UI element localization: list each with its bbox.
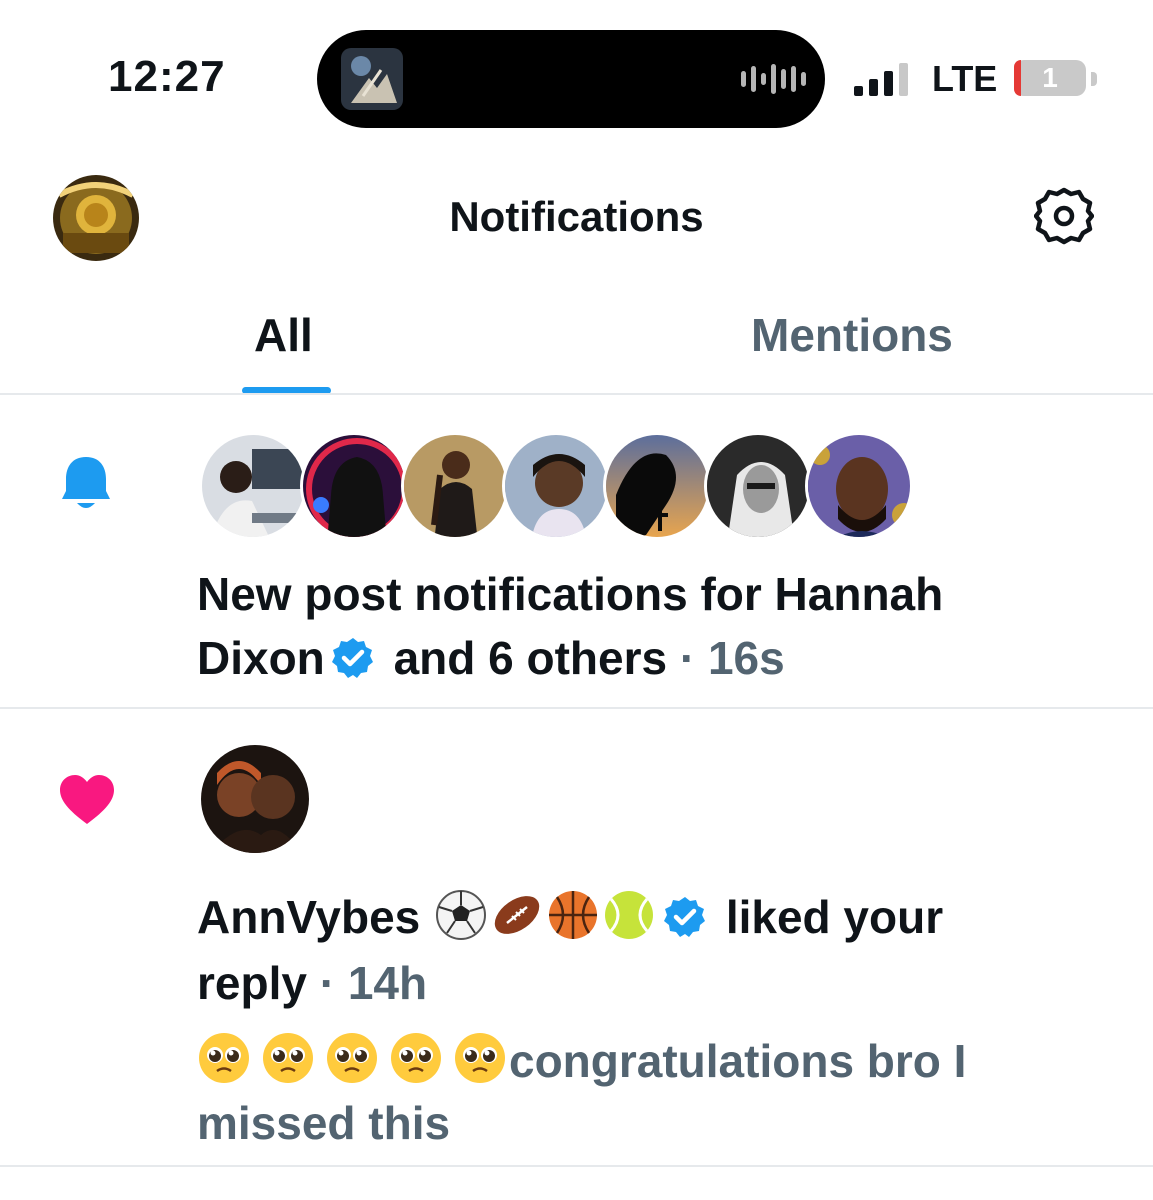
notification-avatars[interactable] <box>199 432 919 540</box>
bell-icon <box>60 455 112 513</box>
avatar[interactable] <box>704 432 812 540</box>
avatar[interactable] <box>603 432 711 540</box>
verified-badge-icon <box>664 897 706 937</box>
user-name[interactable]: Dixon <box>197 632 325 684</box>
page-title: Notifications <box>449 193 704 240</box>
pleading-face-emoji-icon <box>199 1033 249 1083</box>
user-name[interactable]: AnnVybes <box>197 891 420 943</box>
pleading-face-emoji-icon <box>263 1033 313 1083</box>
american-football-icon <box>494 896 540 934</box>
soccer-ball-icon <box>436 890 487 940</box>
divider <box>0 707 1153 709</box>
reply-preview[interactable]: congratulations bro I missed this <box>197 1030 1097 1154</box>
battery-icon: 1 <box>1014 60 1086 96</box>
status-time: 12:27 <box>108 52 226 101</box>
notification-line: New post notifications for Hannah <box>197 568 944 620</box>
divider <box>0 393 1153 395</box>
avatar[interactable] <box>401 432 509 540</box>
reply-text-line: congratulations bro I <box>509 1035 967 1087</box>
avatar[interactable] <box>201 745 309 853</box>
notification-action: liked your <box>725 891 944 943</box>
pleading-face-emoji-icon <box>327 1033 377 1083</box>
heart-icon <box>58 774 116 826</box>
network-type: LTE <box>932 58 998 99</box>
notification-text[interactable]: AnnVybes liked your reply · 14h <box>197 884 1097 1016</box>
battery-cap <box>1091 72 1097 86</box>
verified-badge-icon <box>331 638 373 678</box>
avatar[interactable] <box>502 432 610 540</box>
gear-icon[interactable] <box>1033 186 1095 246</box>
dynamic-island[interactable] <box>317 30 825 128</box>
cellular-signal-icon <box>854 62 908 96</box>
pleading-face-emoji-icon <box>391 1033 441 1083</box>
avatar[interactable] <box>805 432 913 540</box>
separator: · <box>319 957 336 1009</box>
tab-all[interactable]: All <box>254 308 313 362</box>
separator: · <box>679 632 696 684</box>
tab-mentions[interactable]: Mentions <box>751 308 953 362</box>
battery-level: 1 <box>1042 62 1058 93</box>
now-playing-artwork[interactable] <box>341 48 403 110</box>
notification-others: and 6 others <box>393 632 668 684</box>
notification-text[interactable]: New post notifications for Hannah Dixon … <box>197 562 1097 690</box>
reply-text-line: missed this <box>197 1097 451 1149</box>
notification-action-cont: reply <box>197 957 307 1009</box>
pleading-face-emoji-icon <box>455 1033 505 1083</box>
divider <box>0 1165 1153 1167</box>
basketball-icon <box>549 891 598 939</box>
audio-waveform-icon <box>741 64 806 94</box>
timestamp: 14h <box>347 957 428 1009</box>
avatar[interactable] <box>199 432 307 540</box>
avatar[interactable] <box>300 432 408 540</box>
tennis-ball-icon <box>605 891 654 939</box>
timestamp: 16s <box>707 632 785 684</box>
